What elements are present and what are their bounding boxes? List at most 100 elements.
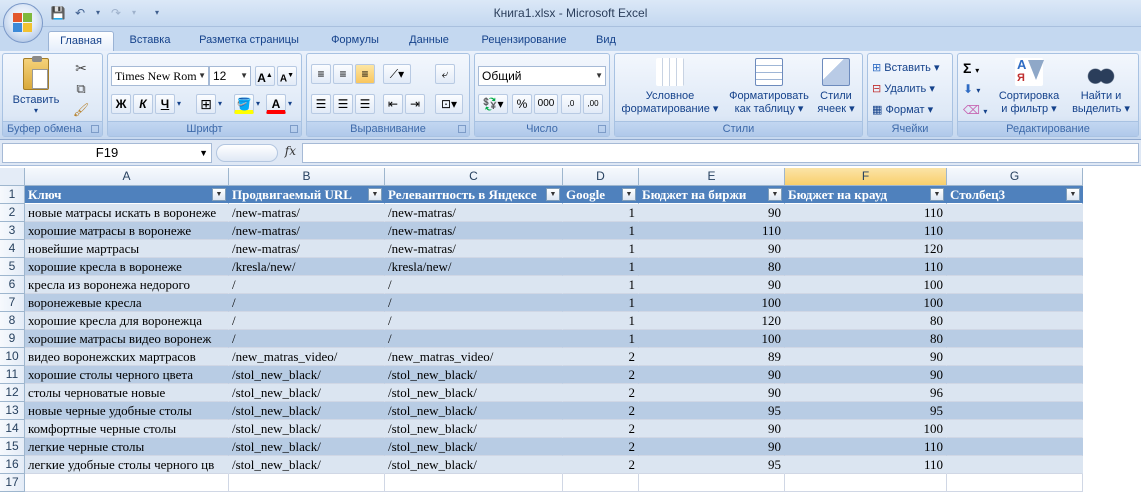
- filter-dropdown-icon[interactable]: ▼: [546, 188, 560, 201]
- tab-page-layout[interactable]: Разметка страницы: [188, 31, 310, 51]
- thousands-button[interactable]: 000: [534, 94, 558, 114]
- column-header-d[interactable]: D: [563, 168, 639, 186]
- row-header-6[interactable]: 6: [0, 276, 25, 294]
- merge-center-icon[interactable]: ⊡▾: [435, 94, 463, 114]
- empty-cell[interactable]: [25, 474, 229, 492]
- table-cell[interactable]: 100: [785, 276, 947, 294]
- table-cell[interactable]: [947, 330, 1083, 348]
- table-cell[interactable]: /stol_new_black/: [229, 456, 385, 474]
- table-cell[interactable]: /stol_new_black/: [385, 438, 563, 456]
- grow-font-button[interactable]: A▲: [255, 66, 275, 86]
- copy-icon[interactable]: ⧉: [71, 79, 91, 99]
- filter-dropdown-icon[interactable]: ▼: [768, 188, 782, 201]
- tab-view[interactable]: Вид: [588, 31, 624, 51]
- empty-cell[interactable]: [229, 474, 385, 492]
- table-cell[interactable]: /stol_new_black/: [229, 402, 385, 420]
- table-cell[interactable]: 1: [563, 330, 639, 348]
- table-cell[interactable]: 1: [563, 276, 639, 294]
- table-cell[interactable]: [947, 384, 1083, 402]
- column-header-b[interactable]: B: [229, 168, 385, 186]
- format-painter-icon[interactable]: 🖌: [71, 100, 91, 120]
- cut-icon[interactable]: ✂: [71, 58, 91, 78]
- decrease-indent-icon[interactable]: ⇤: [383, 94, 403, 114]
- fill-color-button[interactable]: 🪣: [234, 94, 254, 114]
- table-cell[interactable]: 1: [563, 222, 639, 240]
- autosum-icon[interactable]: Σ ▾: [962, 58, 990, 78]
- delete-cells-button[interactable]: ⊟ Удалить ▾: [871, 79, 951, 99]
- table-cell[interactable]: [947, 456, 1083, 474]
- sort-filter-button[interactable]: А Я Сортировка и фильтр ▾: [994, 58, 1064, 116]
- table-cell[interactable]: новые матрасы искать в воронеже: [25, 204, 229, 222]
- row-header-16[interactable]: 16: [0, 456, 25, 474]
- office-button[interactable]: [3, 3, 43, 43]
- formula-input[interactable]: [302, 143, 1139, 163]
- insert-function-button[interactable]: fx: [285, 144, 296, 158]
- table-cell[interactable]: хорошие матрасы видео воронеж: [25, 330, 229, 348]
- table-cell[interactable]: [947, 222, 1083, 240]
- format-cells-button[interactable]: ▦ Формат ▾: [871, 100, 951, 120]
- table-cell[interactable]: 100: [639, 330, 785, 348]
- row-header-4[interactable]: 4: [0, 240, 25, 258]
- table-cell[interactable]: 110: [785, 222, 947, 240]
- table-cell[interactable]: /kresla/new/: [229, 258, 385, 276]
- table-cell[interactable]: 100: [785, 294, 947, 312]
- table-cell[interactable]: 95: [639, 456, 785, 474]
- alignment-launcher-icon[interactable]: [458, 125, 466, 133]
- underline-button[interactable]: Ч: [155, 94, 175, 114]
- align-center-icon[interactable]: ☰: [333, 94, 353, 114]
- row-header-3[interactable]: 3: [0, 222, 25, 240]
- table-cell[interactable]: /: [385, 312, 563, 330]
- bold-button[interactable]: Ж: [111, 94, 131, 114]
- conditional-formatting-button[interactable]: Условное форматирование ▾: [617, 58, 723, 116]
- table-cell[interactable]: /stol_new_black/: [385, 384, 563, 402]
- table-cell[interactable]: столы черноватые новые: [25, 384, 229, 402]
- table-cell[interactable]: [947, 402, 1083, 420]
- table-cell[interactable]: хорошие кресла в воронеже: [25, 258, 229, 276]
- table-cell[interactable]: 90: [785, 366, 947, 384]
- table-cell[interactable]: 90: [639, 240, 785, 258]
- align-right-icon[interactable]: ☰: [355, 94, 375, 114]
- table-cell[interactable]: [947, 240, 1083, 258]
- table-cell[interactable]: 90: [639, 276, 785, 294]
- font-color-dropdown-icon[interactable]: ▾: [287, 94, 297, 114]
- column-header-g[interactable]: G: [947, 168, 1083, 186]
- table-cell[interactable]: новейшие мартрасы: [25, 240, 229, 258]
- table-cell[interactable]: /stol_new_black/: [385, 456, 563, 474]
- filter-dropdown-icon[interactable]: ▼: [212, 188, 226, 201]
- tab-formulas[interactable]: Формулы: [322, 31, 388, 51]
- font-name-combo[interactable]: Times New Rom ▼: [111, 66, 209, 86]
- empty-cell[interactable]: [385, 474, 563, 492]
- table-cell[interactable]: /new-matras/: [229, 240, 385, 258]
- table-cell[interactable]: новые черные удобные столы: [25, 402, 229, 420]
- table-cell[interactable]: /new-matras/: [385, 204, 563, 222]
- table-cell[interactable]: [947, 312, 1083, 330]
- insert-cells-button[interactable]: ⊞ Вставить ▾: [871, 58, 951, 78]
- underline-dropdown-icon[interactable]: ▾: [176, 94, 186, 114]
- table-cell[interactable]: /: [385, 330, 563, 348]
- row-header-5[interactable]: 5: [0, 258, 25, 276]
- column-header-e[interactable]: E: [639, 168, 785, 186]
- tab-home[interactable]: Главная: [48, 31, 114, 51]
- table-cell[interactable]: /stol_new_black/: [229, 420, 385, 438]
- decrease-decimal-icon[interactable]: ,00: [583, 94, 603, 114]
- table-cell[interactable]: 120: [785, 240, 947, 258]
- table-cell[interactable]: 2: [563, 420, 639, 438]
- row-header-9[interactable]: 9: [0, 330, 25, 348]
- select-all-button[interactable]: [0, 168, 25, 186]
- filter-dropdown-icon[interactable]: ▼: [930, 188, 944, 201]
- row-header-15[interactable]: 15: [0, 438, 25, 456]
- filter-dropdown-icon[interactable]: ▼: [1066, 188, 1080, 201]
- table-cell[interactable]: 90: [639, 384, 785, 402]
- row-header-2[interactable]: 2: [0, 204, 25, 222]
- name-box[interactable]: F19 ▼: [2, 143, 212, 163]
- table-cell[interactable]: /new-matras/: [229, 204, 385, 222]
- filter-dropdown-icon[interactable]: ▼: [622, 188, 636, 201]
- format-as-table-button[interactable]: Форматировать как таблицу ▾: [725, 58, 813, 116]
- align-middle-icon[interactable]: ≡: [333, 64, 353, 84]
- table-cell[interactable]: 1: [563, 240, 639, 258]
- table-cell[interactable]: 1: [563, 312, 639, 330]
- table-cell[interactable]: 89: [639, 348, 785, 366]
- table-cell[interactable]: /stol_new_black/: [385, 402, 563, 420]
- table-cell[interactable]: 80: [785, 330, 947, 348]
- paste-button[interactable]: Вставить ▾: [11, 56, 61, 115]
